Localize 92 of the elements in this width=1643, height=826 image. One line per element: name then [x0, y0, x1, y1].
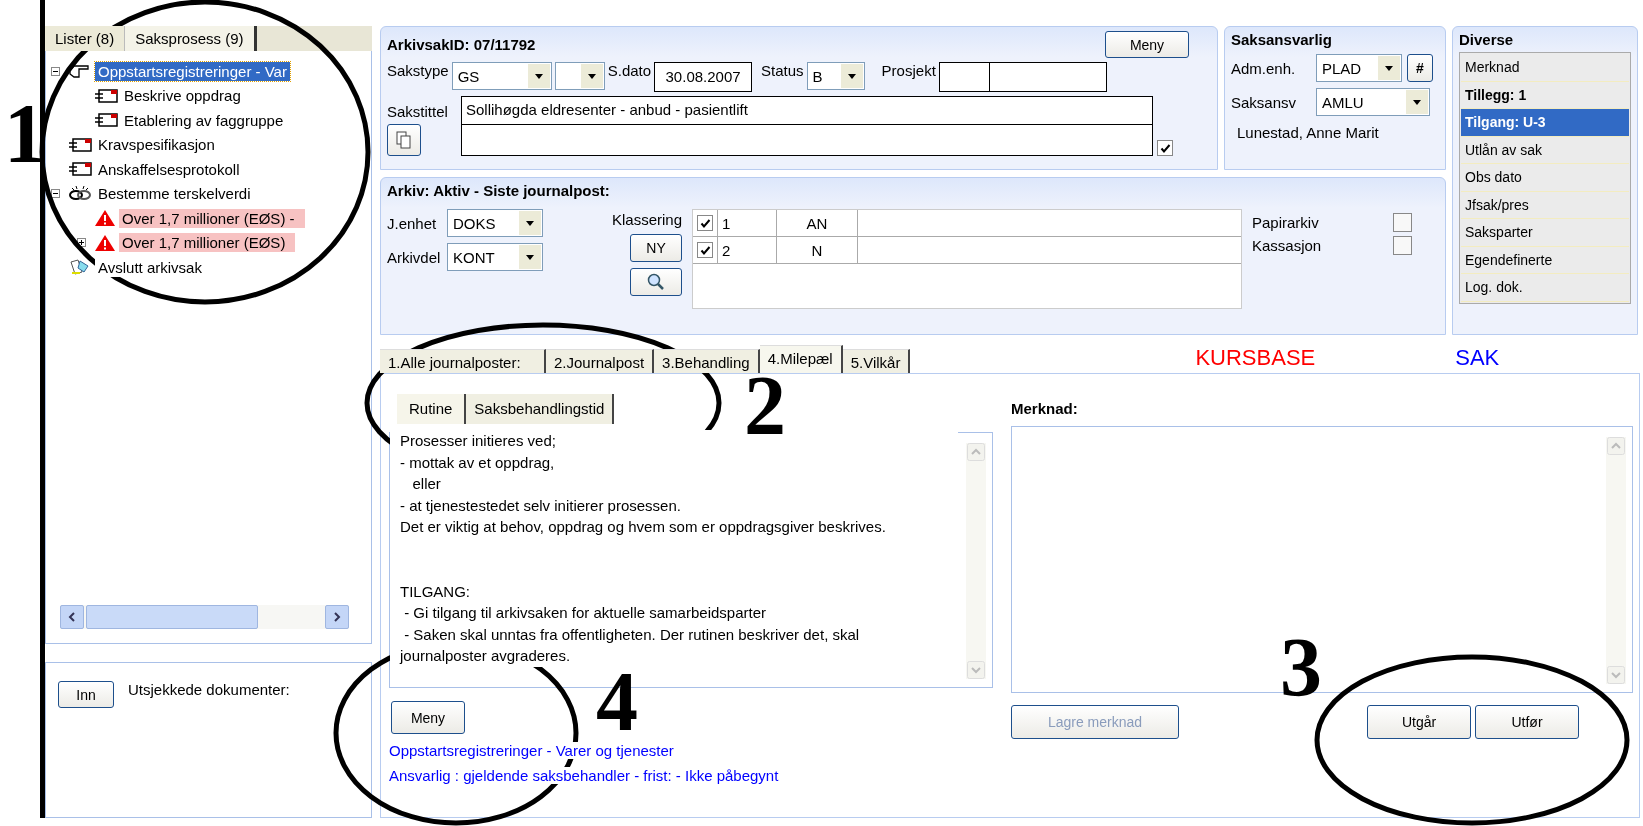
warning-icon	[94, 209, 116, 228]
list-item[interactable]: Tilgang: U-3	[1461, 109, 1629, 137]
expander-icon[interactable]	[51, 189, 60, 199]
number-button[interactable]: #	[1407, 54, 1433, 82]
search-icon	[646, 273, 666, 291]
checkbox[interactable]	[1393, 236, 1412, 255]
warning-icon	[94, 233, 116, 252]
horizontal-scrollbar[interactable]	[60, 605, 349, 629]
checkbox-label: Kassasjon	[1252, 237, 1322, 254]
checkbox[interactable]	[1157, 140, 1173, 156]
list-item[interactable]: Egendefinerte	[1461, 246, 1629, 274]
menu-button[interactable]: Meny	[1105, 31, 1189, 58]
table-cell: 1	[718, 210, 777, 236]
checkbox-label: Papirarkiv	[1252, 214, 1319, 231]
list-item[interactable]: Jfsak/pres	[1461, 191, 1629, 219]
field-label: Sakstype	[387, 62, 449, 79]
person-name: Lunestad, Anne Marit	[1237, 124, 1380, 141]
annotation-number: 3	[1280, 634, 1322, 702]
field-label: Adm.enh.	[1231, 59, 1297, 77]
panel-title: Saksansvarlig	[1231, 31, 1333, 48]
dropdown[interactable]: B	[806, 62, 865, 90]
checkbox[interactable]	[1393, 213, 1412, 232]
dropdown[interactable]: KONT	[447, 243, 543, 271]
action-button[interactable]: Utgår	[1367, 705, 1471, 739]
tab[interactable]: Rutine	[397, 394, 467, 424]
link[interactable]: Ansvarlig : gjeldende saksbehandler - frist: - Ikke påbegynt	[389, 767, 779, 784]
list-item[interactable]: Saksparter	[1461, 219, 1629, 247]
form-icon	[68, 137, 92, 152]
panel-title: Arkiv: Aktiv - Siste journalpost:	[387, 182, 611, 199]
field-label: S.dato	[607, 62, 652, 79]
checkbox[interactable]	[697, 242, 713, 258]
expander-icon[interactable]	[77, 238, 86, 248]
date-field[interactable]: 30.08.2007	[654, 62, 753, 92]
scroll-right-icon[interactable]	[332, 612, 342, 622]
tab[interactable]: Saksprosess (9)	[125, 26, 257, 51]
copy-button[interactable]	[387, 124, 421, 156]
form-icon	[68, 162, 92, 177]
copy-icon	[396, 131, 412, 149]
chain-link-icon	[68, 184, 92, 203]
expander-icon[interactable]	[51, 66, 60, 76]
dropdown[interactable]: AMLU	[1316, 88, 1430, 116]
search-button[interactable]	[630, 268, 682, 296]
tab[interactable]: 2.Journalpost	[546, 349, 655, 373]
field-label: J.enhet	[387, 214, 438, 232]
input-field[interactable]	[938, 62, 991, 92]
field-label: Saksansv	[1231, 93, 1298, 111]
dropdown[interactable]: DOKS	[447, 209, 543, 237]
list-item[interactable]: Merknad	[1461, 54, 1629, 82]
field-label: Arkivdel	[387, 248, 442, 266]
table-cell: AN	[777, 210, 858, 236]
database-label: KURSBASE	[1195, 345, 1316, 371]
checked-out-label: Utsjekkede dokumenter:	[128, 681, 290, 698]
remark-label: Merknad:	[1011, 400, 1079, 419]
field-label: Prosjekt	[881, 62, 936, 79]
form-icon	[94, 88, 118, 103]
input-field[interactable]	[988, 62, 1107, 92]
tab[interactable]: 5.Vilkår	[842, 349, 911, 373]
tab[interactable]: 3.Behandling	[654, 349, 760, 373]
field-label: Klassering	[611, 211, 682, 228]
tree-item[interactable]: Over 1,7 millioner (EØS) -	[119, 208, 305, 228]
dropdown[interactable]: PLAD	[1316, 54, 1402, 82]
link[interactable]: Oppstartsregistreringer - Varer og tjenester	[389, 742, 674, 759]
panel-title: Diverse	[1459, 31, 1515, 48]
pointing-hand-icon	[68, 62, 92, 81]
table-cell: 2	[718, 237, 777, 263]
list-item[interactable]: Log. dok.	[1461, 274, 1629, 302]
module-label: SAK	[1455, 345, 1500, 371]
tab[interactable]: 4.Milepæl	[759, 345, 843, 373]
check-in-button[interactable]: Inn	[58, 681, 114, 708]
menu-button[interactable]: Meny	[391, 701, 465, 734]
field-label: Sakstittel	[387, 103, 449, 120]
tab[interactable]: 1.Alle journalposter:	[380, 349, 546, 373]
dropdown[interactable]	[554, 62, 605, 90]
checkbox[interactable]	[697, 215, 713, 231]
tree-item[interactable]: Avslutt arkivsak	[95, 257, 205, 277]
action-button[interactable]: Utfør	[1475, 705, 1579, 739]
field-label: Status	[761, 62, 804, 79]
form-icon	[94, 113, 118, 128]
tree-item[interactable]: Over 1,7 millioner (EØS)	[119, 233, 296, 253]
tree-item[interactable]: Oppstartsregistreringer - Var	[95, 61, 290, 81]
annotation-number: 4	[596, 668, 638, 736]
list-item[interactable]: Obs dato	[1461, 164, 1629, 192]
annotation-number: 1	[4, 100, 46, 168]
dropdown[interactable]: GS	[451, 62, 552, 90]
scroll-left-icon[interactable]	[67, 612, 77, 622]
panel-title: ArkivsakID: 07/11792	[387, 36, 536, 53]
tab[interactable]: Saksbehandlingstid	[466, 394, 615, 424]
title-field[interactable]: Sollihøgda eldresenter - anbud - pasientlift	[461, 96, 1153, 156]
list-item[interactable]: Utlån av sak	[1461, 136, 1629, 164]
new-button[interactable]: NY	[630, 234, 682, 262]
table-cell: N	[777, 237, 858, 263]
tab[interactable]: Lister (8)	[45, 26, 126, 51]
